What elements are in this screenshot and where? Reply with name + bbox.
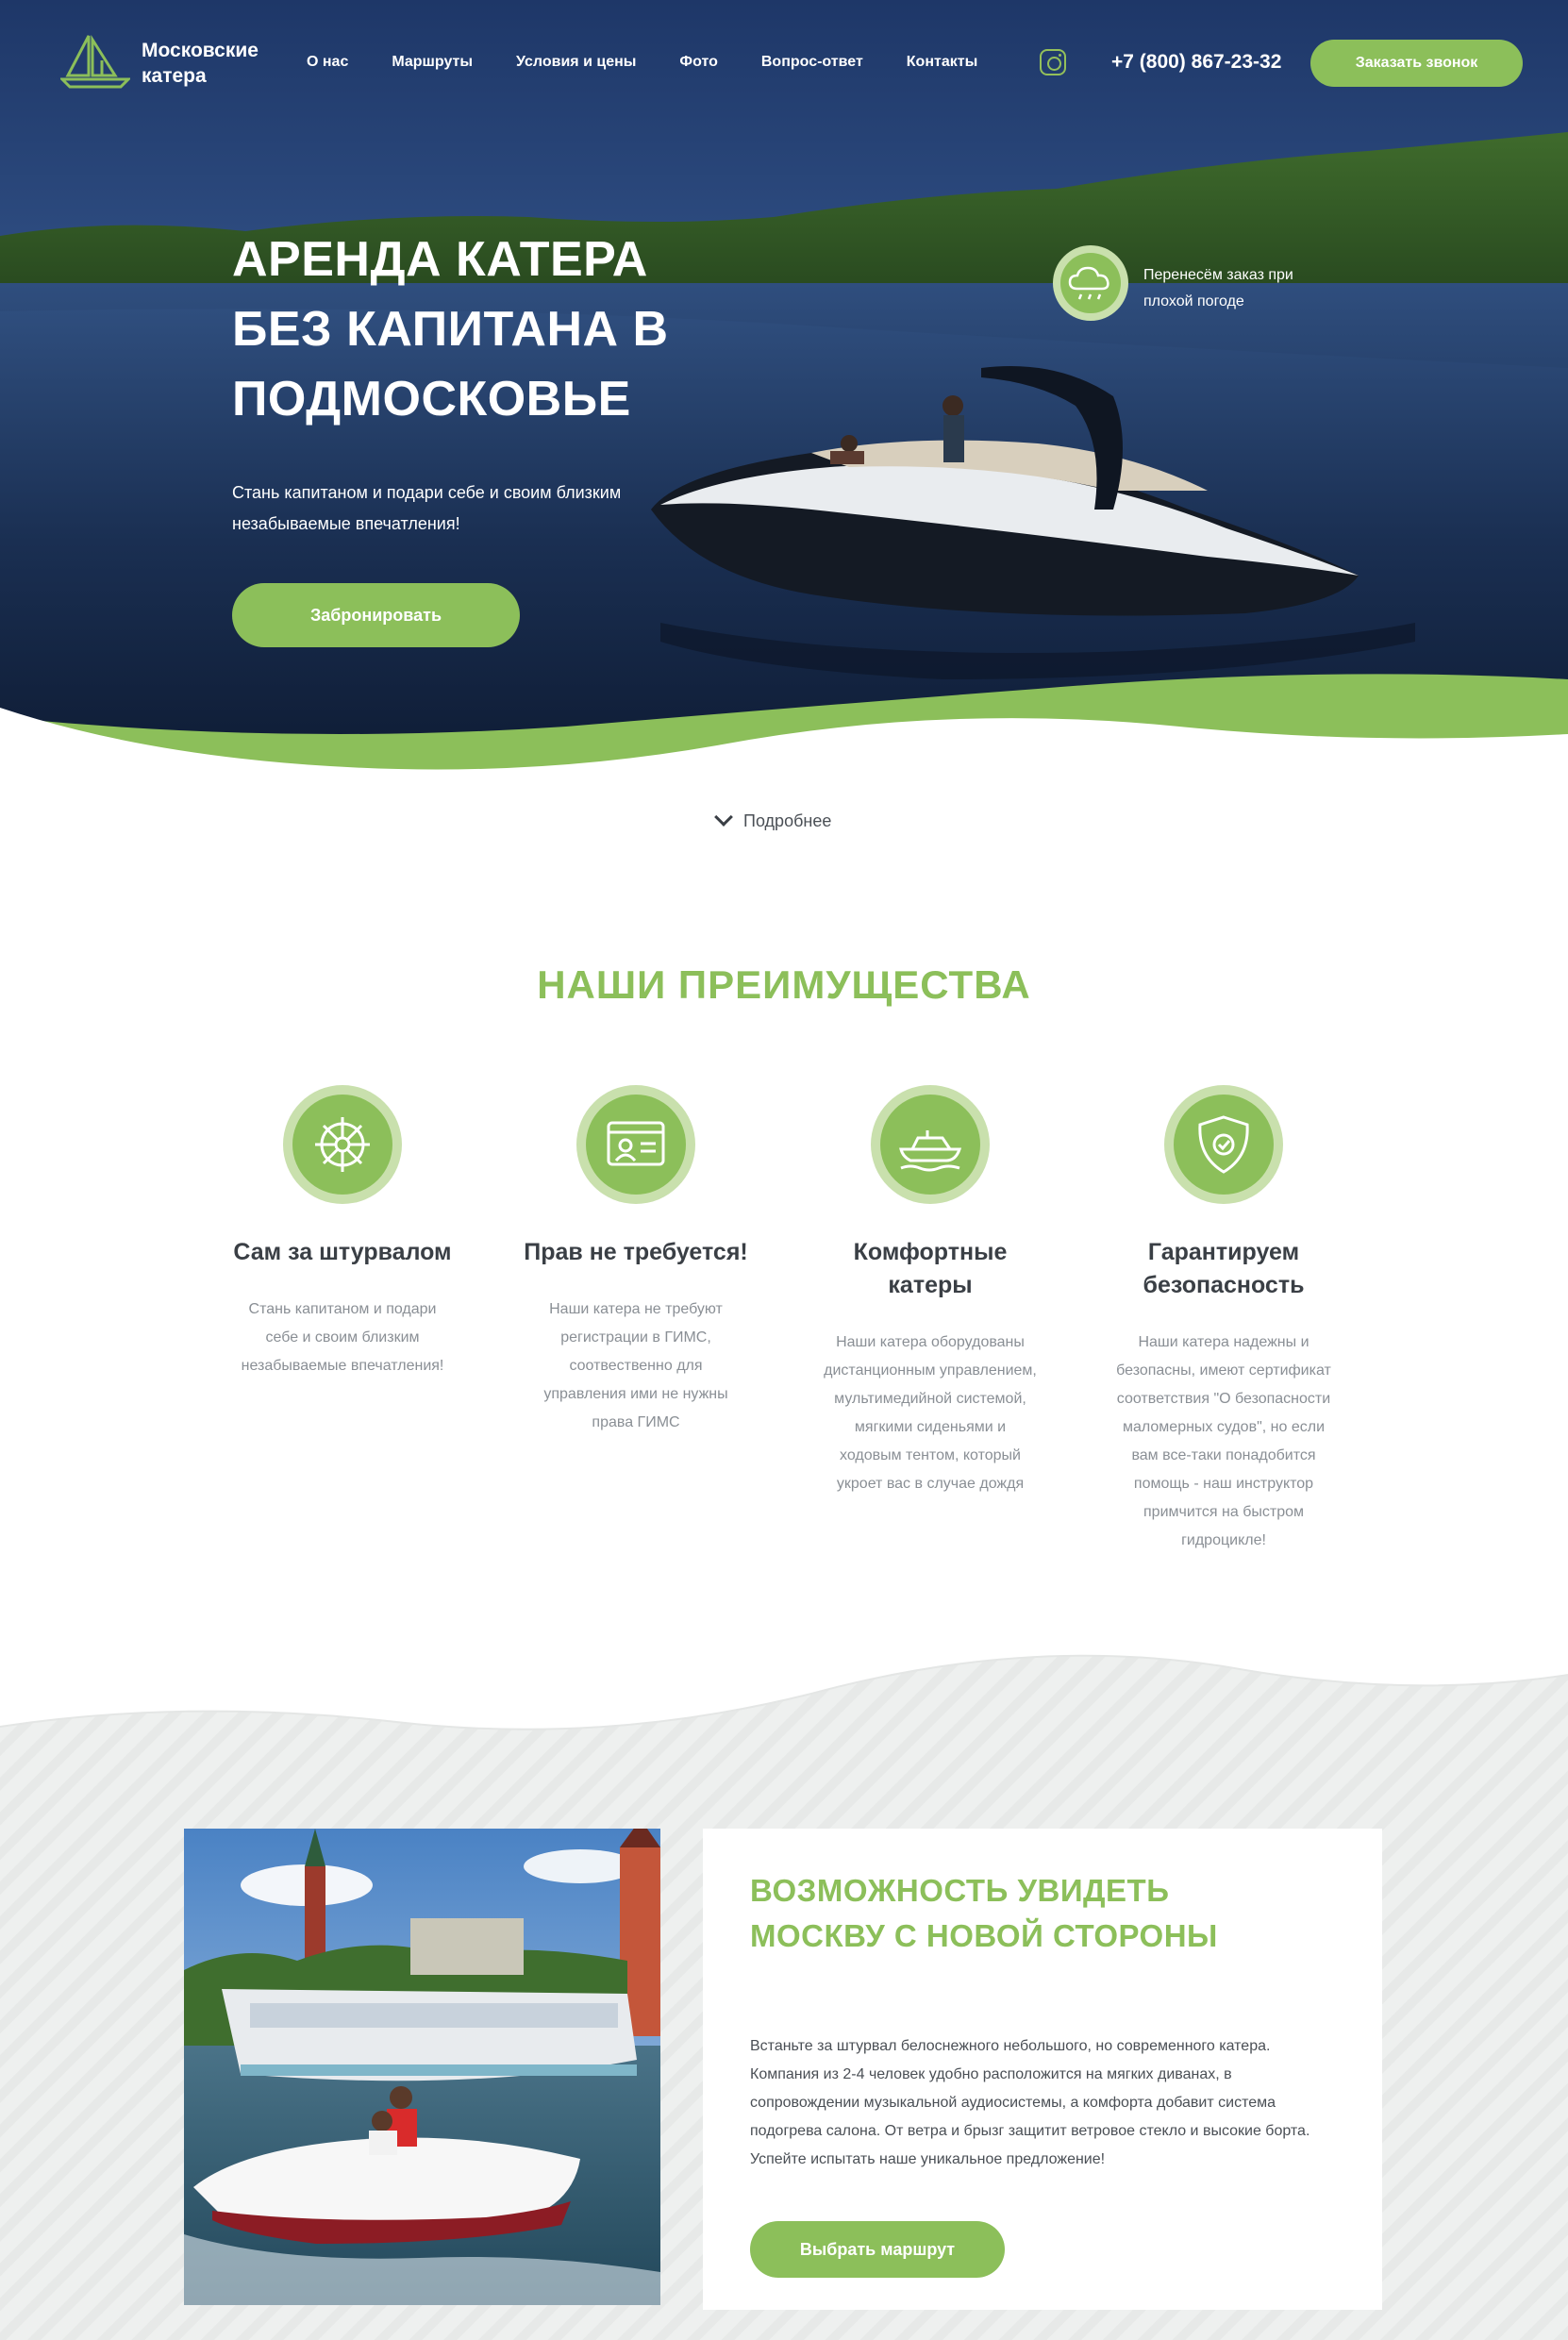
feature-text: Встаньте за штурвал белоснежного небольш…: [750, 2038, 1310, 2167]
chevron-down-icon: [714, 808, 733, 827]
boat-icon: [899, 1130, 962, 1172]
advantage-text: Наши катера оборудованы дистанционным уп…: [824, 1334, 1037, 1492]
advantage-title: Прав не требуется!: [524, 1239, 748, 1265]
book-button[interactable]: Забронировать: [232, 583, 520, 647]
page: Московские катера О нас Маршруты Условия…: [0, 0, 1568, 2340]
advantage-item: Прав не требуется! Наши катера не требую…: [523, 1085, 749, 1437]
phone-number[interactable]: +7 (800) 867-23-32: [1111, 49, 1281, 75]
moscow-boat-photo: [184, 1829, 660, 2305]
nav-about[interactable]: О нас: [307, 49, 348, 75]
advantage-title: Комфортные катеры: [853, 1239, 1008, 1298]
nav-faq[interactable]: Вопрос-ответ: [761, 49, 863, 75]
sailboat-logo-icon[interactable]: [60, 32, 130, 92]
advantages-title: НАШИ ПРЕИМУЩЕСТВА: [537, 962, 1031, 1007]
nav-photo[interactable]: Фото: [679, 49, 717, 75]
hero-subtitle: Стань капитаном и подари себе и своим бл…: [232, 483, 622, 533]
advantage-text: Наши катера надежны и безопасны, имеют с…: [1116, 1334, 1331, 1548]
feature-title: Возможность увидеть Москву с новой сторо…: [750, 1873, 1218, 1953]
shield-icon: [1198, 1115, 1249, 1174]
main-nav: О нас Маршруты Условия и цены Фото Вопро…: [307, 49, 1021, 75]
advantage-title: Гарантируем безопасность: [1143, 1239, 1305, 1298]
choose-route-button[interactable]: Выбрать маршрут: [750, 2221, 1005, 2278]
instagram-icon[interactable]: [1040, 49, 1066, 75]
kremlin-boat-image: [184, 1829, 660, 2305]
nav-terms-prices[interactable]: Условия и цены: [516, 49, 636, 75]
weather-note: Перенесём заказ при плохой погоде: [1143, 267, 1293, 309]
site-header: Московские катера О нас Маршруты Условия…: [0, 0, 1568, 127]
advantage-item: Сам за штурвалом Стань капитаном и подар…: [229, 1085, 456, 1380]
advantage-text: Стань капитаном и подари себе и своим бл…: [241, 1301, 444, 1374]
nav-routes[interactable]: Маршруты: [392, 49, 473, 75]
more-link-label: Подробнее: [743, 811, 832, 830]
advantage-item: Комфортные катеры Наши катера оборудован…: [817, 1085, 1043, 1498]
advantage-text: Наши катера не требуют регистрации в ГИМ…: [543, 1301, 728, 1430]
license-card-icon: [607, 1121, 665, 1166]
more-link[interactable]: Подробнее: [714, 808, 832, 834]
feature-card: Возможность увидеть Москву с новой сторо…: [703, 1829, 1382, 2310]
logo-text[interactable]: Московские катера: [142, 38, 292, 89]
hero-section: Московские катера О нас Маршруты Условия…: [0, 0, 1568, 774]
weather-badge: [1053, 245, 1128, 321]
advantage-title: Сам за штурвалом: [233, 1239, 452, 1265]
request-call-button[interactable]: Заказать звонок: [1310, 40, 1523, 87]
advantage-item: Гарантируем безопасность Наши катера над…: [1110, 1085, 1337, 1555]
helm-icon: [315, 1117, 370, 1172]
cloud-rain-icon: [1068, 266, 1109, 300]
hero-title: Аренда катера без капитана в Подмосковье: [232, 232, 669, 426]
nav-contacts[interactable]: Контакты: [907, 49, 977, 75]
